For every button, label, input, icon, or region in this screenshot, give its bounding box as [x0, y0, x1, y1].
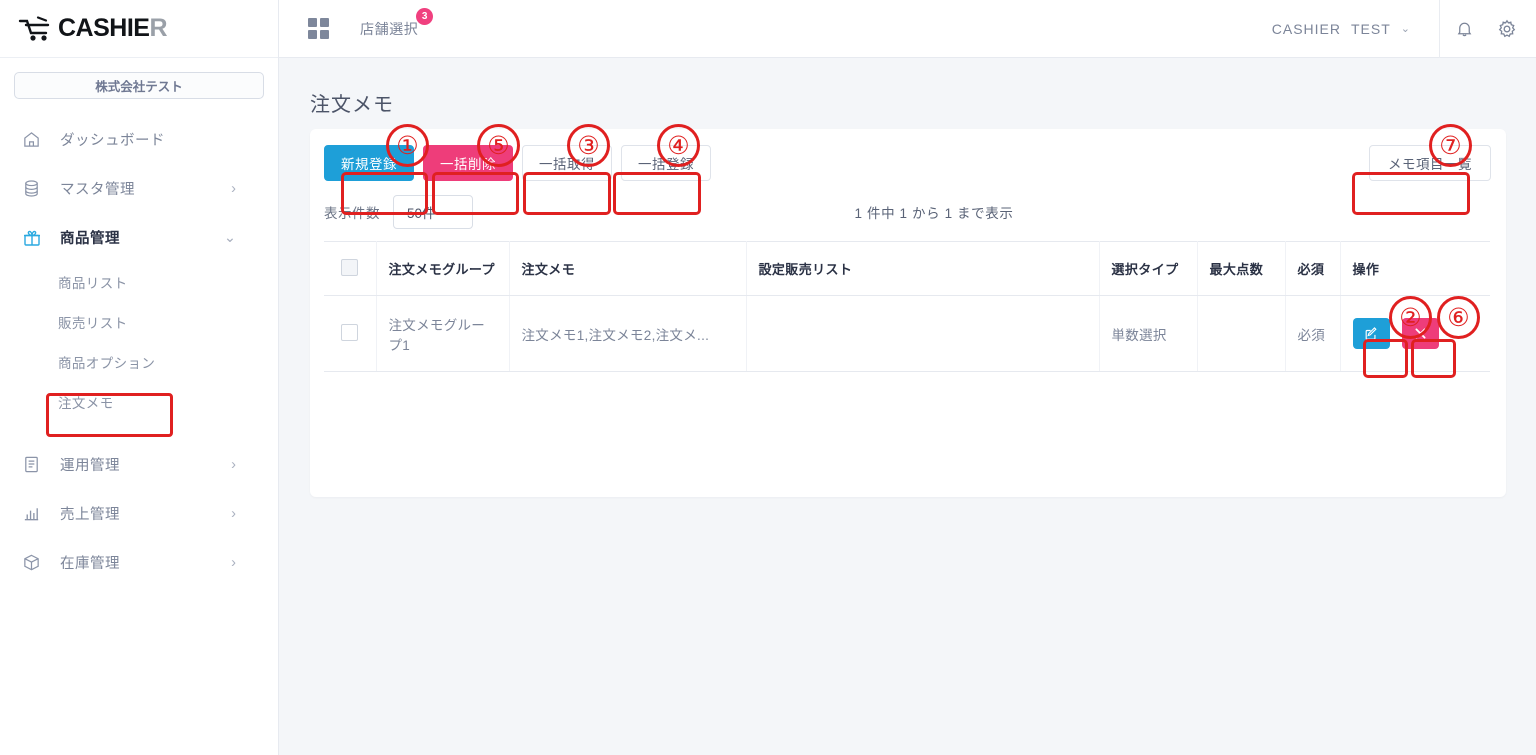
sidebar-item-dashboard[interactable]: ダッシュボード: [0, 115, 278, 164]
brand-name-main: CASHIE: [58, 14, 150, 42]
column-select-type: 選択タイプ: [1099, 241, 1198, 296]
page-title: 注文メモ: [310, 94, 394, 116]
edit-pencil-icon: [1365, 326, 1377, 340]
sidebar-subitem-product-list[interactable]: 商品リスト: [0, 262, 278, 302]
settings-button[interactable]: [1488, 0, 1536, 58]
document-icon: [22, 455, 48, 474]
user-role-label: CASHIER: [1271, 20, 1341, 37]
per-page-value: 50件: [407, 206, 436, 221]
main-content: 注文メモ 新規登録 一括削除 一括取得 一括登録 メモ項目一覧 表示件数 50件…: [279, 58, 1536, 755]
sidebar-item-sales[interactable]: 売上管理 ›: [0, 489, 278, 538]
cell-max-points: [1197, 295, 1286, 372]
column-sales-list: 設定販売リスト: [746, 241, 1100, 296]
box-icon: [22, 553, 48, 572]
top-header: 店舗選択 3 CASHIER TEST ⌄: [279, 0, 1536, 58]
column-actions: 操作: [1340, 241, 1490, 296]
store-select-button[interactable]: 店舗選択 3: [360, 7, 434, 39]
row-select-cell: [324, 295, 377, 372]
sidebar-item-label: 商品管理: [60, 231, 120, 247]
sidebar-item-label: ダッシュボード: [60, 133, 165, 149]
memo-items-list-button[interactable]: メモ項目一覧: [1369, 145, 1491, 181]
cell-select-type: 単数選択: [1099, 295, 1198, 372]
chevron-down-icon: ⌄: [223, 229, 236, 246]
sidebar-item-operation[interactable]: 運用管理 ›: [0, 440, 278, 489]
table-body: 注文メモグループ1 注文メモ1,注文メモ2,注文メ... 単数選択 必須: [324, 295, 1490, 372]
header-right-group: CASHIER TEST ⌄: [1272, 0, 1536, 58]
gift-icon: [22, 228, 48, 248]
chevron-right-icon: ›: [231, 554, 236, 571]
chevron-down-icon: ⌄: [455, 206, 464, 218]
close-x-icon: [1415, 328, 1426, 339]
cell-required: 必須: [1285, 295, 1341, 372]
sidebar-subitem-label: 商品オプション: [58, 356, 156, 371]
table-header-row: 注文メモグループ 注文メモ 設定販売リスト 選択タイプ 最大点数 必須 操作: [324, 241, 1490, 296]
sidebar: CASHIER 株式会社テスト ダッシュボード マスタ管理 › 商品管理 ⌄ 商…: [0, 0, 279, 755]
chevron-right-icon: ›: [231, 180, 236, 197]
shopping-cart-icon: [18, 15, 50, 41]
company-name: 株式会社テスト: [95, 80, 183, 94]
database-icon: [22, 179, 48, 198]
per-page-select[interactable]: 50件 ⌄: [393, 195, 473, 229]
sidebar-item-inventory[interactable]: 在庫管理 ›: [0, 538, 278, 587]
sidebar-subitem-label: 販売リスト: [58, 316, 128, 331]
edit-row-button[interactable]: [1352, 318, 1390, 349]
sidebar-item-label: マスタ管理: [60, 182, 135, 198]
column-memo-group: 注文メモグループ: [376, 241, 510, 296]
column-memo: 注文メモ: [509, 241, 747, 296]
row-checkbox[interactable]: [341, 323, 359, 341]
sidebar-item-label: 運用管理: [60, 458, 120, 474]
sidebar-subitem-product-option[interactable]: 商品オプション: [0, 342, 278, 382]
company-name-pill[interactable]: 株式会社テスト: [14, 72, 264, 99]
chevron-right-icon: ›: [231, 456, 236, 473]
column-max-points: 最大点数: [1197, 241, 1286, 296]
brand-logo[interactable]: CASHIER: [0, 0, 278, 58]
sidebar-item-label: 在庫管理: [60, 556, 120, 572]
sidebar-nav: ダッシュボード マスタ管理 › 商品管理 ⌄ 商品リスト 販売リスト 商品オプシ…: [0, 115, 278, 587]
sidebar-subitem-sales-list[interactable]: 販売リスト: [0, 302, 278, 342]
bar-chart-icon: [22, 504, 48, 523]
column-select-all: [324, 241, 377, 296]
cell-actions: [1340, 295, 1490, 372]
bulk-register-button[interactable]: 一括登録: [621, 145, 711, 181]
table-head: 注文メモグループ 注文メモ 設定販売リスト 選択タイプ 最大点数 必須 操作: [324, 241, 1490, 296]
bell-icon: [1457, 22, 1471, 37]
toolbar: 新規登録 一括削除 一括取得 一括登録: [324, 145, 711, 181]
table-row: 注文メモグループ1 注文メモ1,注文メモ2,注文メ... 単数選択 必須: [324, 295, 1490, 372]
new-register-button[interactable]: 新規登録: [324, 145, 414, 181]
home-icon: [22, 130, 48, 149]
select-all-checkbox[interactable]: [341, 258, 359, 276]
sidebar-subitem-order-memo[interactable]: 注文メモ: [0, 382, 278, 422]
sidebar-subitem-label: 商品リスト: [58, 276, 128, 291]
bulk-fetch-button[interactable]: 一括取得: [522, 145, 612, 181]
gear-icon: [1498, 19, 1516, 37]
user-name-label: TEST: [1351, 20, 1391, 37]
notifications-button[interactable]: [1440, 0, 1488, 58]
sidebar-item-label: 売上管理: [60, 507, 120, 523]
cell-sales-list: [746, 295, 1100, 372]
delete-row-button[interactable]: [1401, 318, 1439, 349]
user-menu[interactable]: CASHIER TEST ⌄: [1272, 21, 1439, 37]
per-page-label: 表示件数: [324, 206, 380, 221]
store-select-label: 店舗選択: [360, 20, 419, 37]
brand-text: CASHIER: [58, 14, 168, 43]
sidebar-subitem-label: 注文メモ: [58, 396, 114, 411]
brand-name-accent: R: [149, 14, 168, 42]
sidebar-item-product[interactable]: 商品管理 ⌄: [0, 213, 278, 262]
cell-memo: 注文メモ1,注文メモ2,注文メ...: [509, 295, 747, 372]
app-root: CASHIER 株式会社テスト ダッシュボード マスタ管理 › 商品管理 ⌄ 商…: [0, 0, 1536, 755]
grid-icon[interactable]: [308, 17, 330, 40]
per-page-row: 表示件数 50件 ⌄ 1 件中 1 から 1 まで表示: [324, 195, 1490, 229]
column-required: 必須: [1285, 241, 1341, 296]
cell-memo-group: 注文メモグループ1: [376, 295, 510, 372]
bulk-delete-button[interactable]: 一括削除: [423, 145, 513, 181]
store-count-badge: 3: [416, 7, 434, 25]
result-range-text: 1 件中 1 から 1 まで表示: [854, 206, 1014, 221]
chevron-down-icon: ⌄: [1400, 23, 1411, 35]
content-card: 新規登録 一括削除 一括取得 一括登録 メモ項目一覧 表示件数 50件 ⌄ 1 …: [310, 129, 1506, 497]
order-memo-table: 注文メモグループ 注文メモ 設定販売リスト 選択タイプ 最大点数 必須 操作 注…: [324, 241, 1490, 372]
chevron-right-icon: ›: [231, 505, 236, 522]
sidebar-item-master[interactable]: マスタ管理 ›: [0, 164, 278, 213]
